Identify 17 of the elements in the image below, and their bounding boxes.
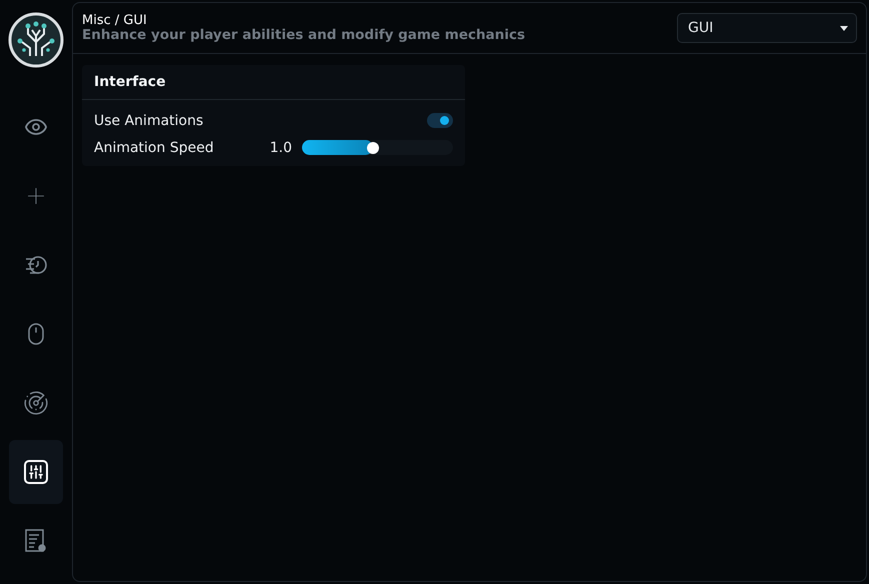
slider-track[interactable] bbox=[302, 140, 453, 155]
sliders-icon bbox=[28, 464, 44, 480]
sidebar-item[interactable] bbox=[9, 440, 63, 504]
toggle-switch[interactable] bbox=[427, 113, 453, 128]
section-title: Interface bbox=[94, 74, 166, 90]
radar-icon bbox=[23, 390, 49, 416]
slider-fill bbox=[302, 140, 373, 155]
page-title: Misc / GUI bbox=[82, 14, 148, 28]
slider-value: 1.0 bbox=[270, 140, 292, 156]
setting-label: Animation Speed bbox=[94, 140, 215, 156]
tree-circuit-logo bbox=[8, 12, 64, 68]
caret-icon bbox=[840, 26, 848, 30]
page-subtitle: Enhance your player abilities and modify game mechanics bbox=[82, 28, 526, 42]
speed-clock-icon bbox=[24, 254, 48, 276]
list-bug-icon bbox=[24, 528, 48, 554]
category-dropdown[interactable]: GUI bbox=[677, 13, 857, 43]
setting-label: Use Animations bbox=[94, 112, 204, 128]
